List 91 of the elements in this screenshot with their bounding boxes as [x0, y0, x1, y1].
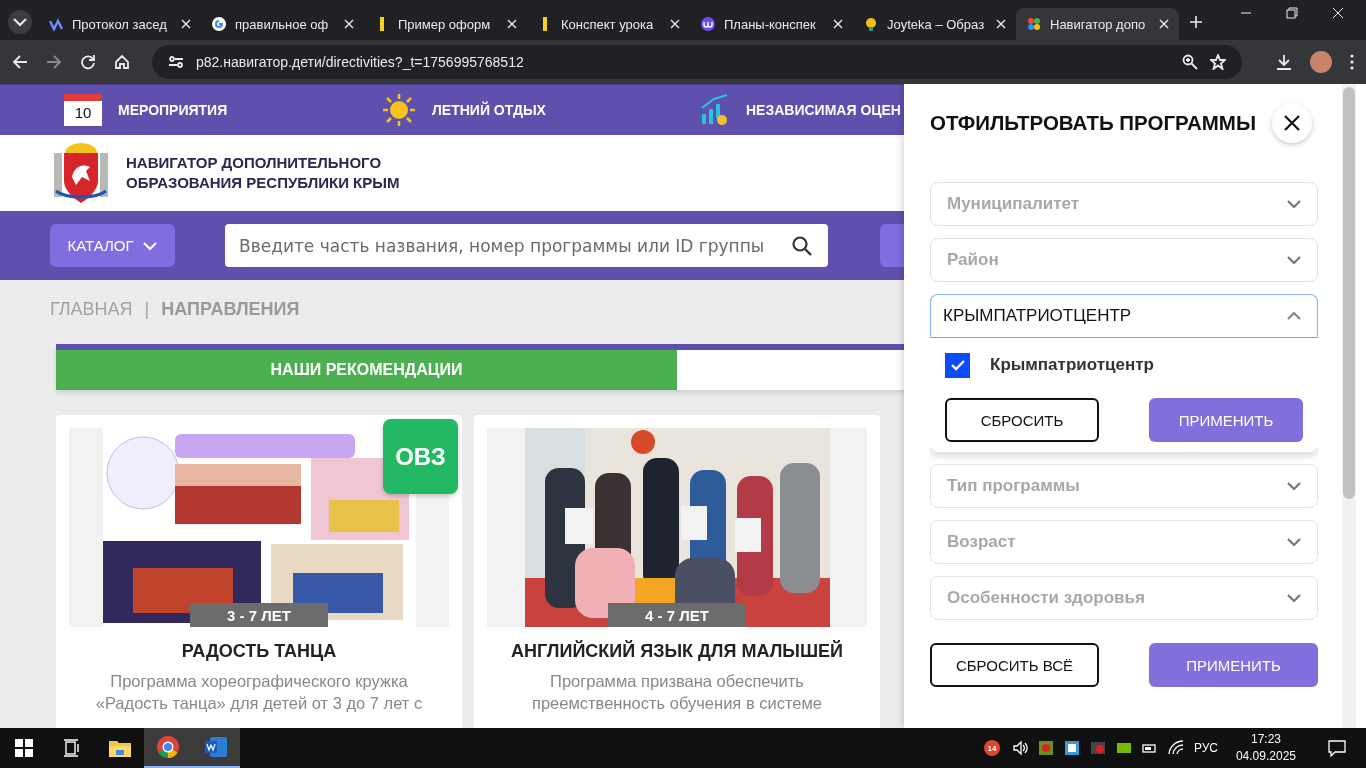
more-icon — [1350, 54, 1354, 70]
apply-button[interactable]: ПРИМЕНИТЬ — [1149, 398, 1303, 442]
home-icon — [114, 54, 130, 70]
dropdown-field[interactable]: Муниципалитет — [930, 182, 1318, 226]
browser-tab[interactable]: Конспект урока — [527, 8, 690, 40]
avatar[interactable] — [1310, 51, 1332, 73]
app-tray-icon — [1089, 740, 1106, 756]
restore-icon — [1286, 7, 1298, 19]
browser-tab[interactable]: Joyteka – Образ — [853, 8, 1016, 40]
scrollbar[interactable] — [1342, 84, 1356, 728]
logo-icon — [700, 16, 716, 32]
notification-badge[interactable]: 14 — [983, 740, 1000, 756]
nav-link[interactable]: МЕРОПРИЯТИЯ — [118, 102, 228, 118]
apply-button[interactable]: ПРИМЕНИТЬ — [1149, 643, 1318, 687]
catalog-button[interactable]: КАТАЛОГ — [50, 224, 175, 267]
tab-list-button[interactable] — [8, 10, 32, 34]
age-label: 4 - 7 ЛЕТ — [608, 603, 746, 627]
search-icon — [792, 235, 812, 256]
site-title[interactable]: НАВИГАТОР ДОПОЛНИТЕЛЬНОГО ОБРАЗОВАНИЯ РЕСПУБЛИКИ КРЫМ — [126, 153, 400, 193]
bulb-icon — [863, 16, 879, 32]
nav-link[interactable]: НЕЗАВИСИМАЯ ОЦЕН — [746, 102, 901, 118]
close-icon — [670, 19, 680, 29]
age-label: 3 - 7 ЛЕТ — [190, 603, 328, 627]
card-description: Программа хореографического кружка «Радость танца» для детей от 3 до 7 лет с — [94, 671, 424, 714]
star-icon — [1210, 54, 1226, 70]
card-title[interactable]: АНГЛИЙСКИЙ ЯЗЫК ДЛЯ МАЛЫШЕЙ — [487, 641, 867, 662]
clock-time[interactable]: 17:23 — [1235, 731, 1296, 748]
dropdown-field[interactable]: Тип программы — [930, 464, 1318, 508]
reset-all-button[interactable]: СБРОСИТЬ ВСЁ — [930, 643, 1099, 687]
sun-icon — [382, 93, 416, 127]
close-icon — [507, 19, 517, 29]
app-tray-icon — [1063, 740, 1080, 756]
browser-tab[interactable]: Протокол засед — [38, 8, 201, 40]
panel-title: ОТФИЛЬТРОВАТЬ ПРОГРАММЫ — [930, 111, 1256, 135]
notification-icon — [1328, 739, 1346, 757]
close-icon — [1282, 114, 1301, 132]
close-icon — [344, 19, 354, 29]
browser-tab[interactable]: правильное оф — [201, 8, 364, 40]
dropdown-field[interactable]: Особенности здоровья — [930, 576, 1318, 620]
zoom-icon — [1182, 54, 1198, 70]
calendar-icon: 10 — [64, 94, 102, 126]
close-button[interactable] — [1271, 103, 1312, 143]
app-tray-icon — [1115, 740, 1132, 756]
close-icon — [1159, 19, 1169, 29]
search-field[interactable]: Введите часть названия, номер программы или ID группы — [225, 224, 828, 267]
program-card[interactable]: 3 - 7 ЛЕТ ОВЗ РАДОСТЬ ТАНЦА Программа хореографического кружка «Радость танца» для детей от 3 до 7 лет с — [56, 415, 462, 728]
reload-icon — [80, 54, 96, 70]
language-indicator[interactable]: РУС — [1193, 741, 1218, 755]
dropdown-field[interactable]: Район — [930, 238, 1318, 282]
browser-tab[interactable]: Навигатор допо — [1016, 8, 1179, 40]
word-button[interactable] — [192, 728, 240, 768]
growth-chart-icon — [700, 94, 730, 126]
site-settings-icon — [168, 54, 184, 70]
dropdown-field[interactable]: КРЫМПАТРИОТЦЕНТР — [930, 294, 1318, 338]
wave-icon — [48, 16, 64, 32]
card-description: Программа призвана обеспечить преемственность обучения в системе — [531, 671, 823, 714]
close-icon — [181, 19, 191, 29]
back-arrow-icon — [12, 54, 28, 70]
task-view-icon — [63, 739, 81, 757]
close-icon — [996, 19, 1006, 29]
checkbox[interactable] — [945, 352, 970, 378]
nav-link[interactable]: ЛЕТНИЙ ОТДЫХ — [432, 102, 546, 118]
windows-icon — [15, 739, 33, 757]
chevron-down-icon — [141, 240, 158, 251]
dropdown-field[interactable]: Возраст — [930, 520, 1318, 564]
circle-logo-icon — [156, 735, 180, 759]
wifi-icon — [1167, 740, 1184, 756]
clock-date[interactable]: 04.09.2025 — [1235, 748, 1296, 765]
close-icon — [833, 19, 843, 29]
forward-arrow-icon — [46, 54, 62, 70]
breadcrumb-separator: | — [144, 299, 150, 320]
coat-of-arms-icon — [52, 141, 110, 205]
browser-tab[interactable]: Пример оформ — [364, 8, 527, 40]
close-icon — [1332, 7, 1344, 19]
app-tray-icon — [1037, 740, 1054, 756]
option-label[interactable]: Крымпатриотцентр — [990, 355, 1154, 375]
document-app-icon — [204, 736, 228, 758]
check-icon — [950, 359, 965, 371]
badge: ОВЗ — [383, 419, 458, 494]
flower-icon — [1026, 16, 1042, 32]
reset-button[interactable]: СБРОСИТЬ — [945, 398, 1099, 442]
card-title[interactable]: РАДОСТЬ ТАНЦА — [69, 641, 449, 662]
program-card[interactable]: 4 - 7 ЛЕТ АНГЛИЙСКИЙ ЯЗЫК ДЛЯ МАЛЫШЕЙ Программа призвана обеспечить преемственность обучения в системе — [474, 415, 880, 728]
chrome-button[interactable] — [144, 728, 192, 768]
download-icon — [1276, 54, 1292, 70]
plus-icon — [1189, 15, 1203, 29]
chevron-down-icon — [12, 17, 28, 27]
folder-icon — [108, 738, 132, 758]
google-icon — [211, 16, 227, 32]
speaker-icon — [1011, 740, 1028, 756]
browser-tab[interactable]: Планы-конспек — [690, 8, 853, 40]
